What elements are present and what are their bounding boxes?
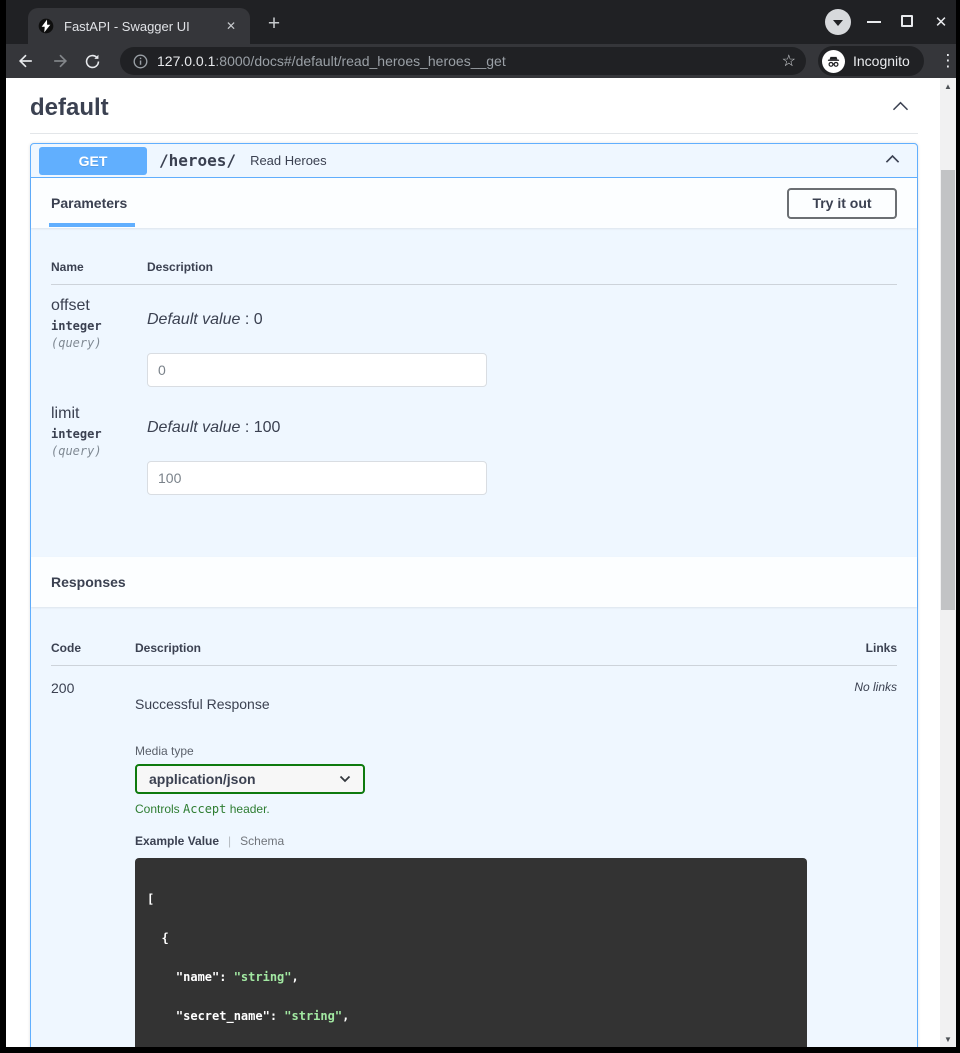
incognito-label: Incognito [853, 53, 910, 69]
section-divider [30, 133, 918, 134]
tab-title: FastAPI - Swagger UI [64, 19, 222, 34]
get-heroes-opblock: GET /heroes/ Read Heroes Parameters Try … [30, 143, 918, 1047]
col-links-label: Links [807, 641, 897, 655]
col-description-label: Description [147, 260, 897, 274]
default-value-number: : 0 [240, 311, 262, 328]
accept-header-hint: Controls Accept header. [135, 802, 807, 816]
tab-strip: FastAPI - Swagger UI ✕ + ✕ [0, 0, 960, 44]
param-default: Default value : 100 [147, 419, 897, 437]
code-key: "secret_name" [147, 1009, 270, 1023]
scroll-up-arrow-icon[interactable]: ▲ [940, 78, 956, 94]
col-description-label: Description [135, 641, 807, 655]
code-string-value: "string" [234, 970, 292, 984]
code-line: { [147, 931, 169, 945]
reload-button[interactable] [78, 47, 106, 75]
forward-button[interactable] [46, 47, 74, 75]
tab-separator: | [228, 834, 231, 848]
tab-schema[interactable]: Schema [240, 834, 284, 848]
response-row-200: 200 Successful Response Media type appli… [51, 666, 897, 1047]
default-value-label: Default value [147, 419, 240, 436]
endpoint-path: /heroes/ [159, 151, 236, 170]
default-value-number: : 100 [240, 419, 280, 436]
browser-window: FastAPI - Swagger UI ✕ + ✕ [0, 0, 960, 1053]
window-border-right [956, 0, 960, 1053]
responses-table-header: Code Description Links [51, 641, 897, 666]
limit-input[interactable] [147, 461, 487, 495]
try-it-out-button[interactable]: Try it out [787, 188, 897, 219]
collapse-tag-chevron-icon[interactable] [891, 98, 910, 118]
tab-parameters[interactable]: Parameters [51, 195, 127, 211]
code-key: "name" [147, 970, 219, 984]
parameter-row-offset: offset integer (query) Default value : 0 [51, 285, 897, 387]
example-schema-tabs: Example Value | Schema [135, 834, 807, 848]
window-close-button[interactable]: ✕ [930, 11, 952, 33]
responses-title: Responses [51, 574, 126, 590]
collapse-endpoint-chevron-icon[interactable] [884, 152, 901, 170]
browser-tab[interactable]: FastAPI - Swagger UI ✕ [28, 8, 250, 44]
site-info-icon[interactable] [132, 53, 149, 70]
media-type-block: Media type application/json C [135, 744, 807, 816]
responses-header: Responses [31, 557, 917, 607]
swagger-page: default GET /heroes/ Read Heroes [6, 78, 940, 1047]
window-border-left [0, 0, 6, 1053]
param-location: (query) [51, 336, 147, 350]
hint-suffix: header. [226, 802, 269, 816]
param-name: limit [51, 405, 147, 423]
response-code: 200 [51, 680, 135, 1047]
url-host: 127.0.0.1 [157, 53, 215, 69]
response-links: No links [807, 680, 897, 1047]
page-scrollbar[interactable]: ▲ ▼ [940, 78, 956, 1047]
fastapi-favicon-icon [38, 18, 54, 34]
media-type-label: Media type [135, 744, 807, 758]
parameters-tab-label: Parameters [51, 195, 127, 211]
hint-accept-code: Accept [183, 802, 226, 816]
offset-input[interactable] [147, 353, 487, 387]
responses-body: Code Description Links 200 Successful Re… [31, 607, 917, 1047]
http-method-badge: GET [39, 147, 147, 175]
select-chevron-down-icon [339, 775, 351, 783]
col-code-label: Code [51, 641, 135, 655]
example-json-code[interactable]: [ { "name": "string", "secret_name": "st… [135, 858, 807, 1047]
endpoint-summary-text: Read Heroes [250, 153, 327, 168]
param-name: offset [51, 297, 147, 315]
window-border-bottom [0, 1047, 960, 1053]
url-text: 127.0.0.1:8000/docs#/default/read_heroes… [157, 53, 774, 69]
endpoint-summary[interactable]: GET /heroes/ Read Heroes [31, 144, 917, 178]
parameter-row-limit: limit integer (query) Default value : 10… [51, 387, 897, 495]
scrollbar-thumb[interactable] [941, 170, 955, 610]
media-type-value: application/json [149, 771, 256, 787]
tag-section-header[interactable]: default [30, 92, 918, 124]
response-description: Successful Response [135, 696, 807, 712]
incognito-badge: Incognito [818, 46, 924, 76]
scroll-down-arrow-icon[interactable]: ▼ [940, 1031, 956, 1047]
back-button[interactable] [12, 47, 40, 75]
tag-title: default [30, 94, 109, 122]
maximize-button[interactable] [901, 15, 913, 27]
hint-prefix: Controls [135, 802, 183, 816]
media-type-select[interactable]: application/json [135, 764, 365, 794]
window-menu-button[interactable] [825, 9, 851, 35]
active-tab-underline [49, 223, 135, 227]
caret-down-icon [833, 20, 843, 26]
default-value-label: Default value [147, 311, 240, 328]
parameters-header: Parameters Try it out [31, 178, 917, 228]
parameters-body: Name Description offset integer (query) … [31, 228, 917, 557]
address-bar[interactable]: 127.0.0.1:8000/docs#/default/read_heroes… [120, 47, 806, 75]
url-path: :8000/docs#/default/read_heroes_heroes__… [215, 53, 505, 69]
col-name-label: Name [51, 260, 147, 274]
browser-toolbar: 127.0.0.1:8000/docs#/default/read_heroes… [0, 44, 960, 78]
tab-close-icon[interactable]: ✕ [222, 17, 240, 35]
incognito-icon [822, 50, 845, 73]
parameters-table-header: Name Description [51, 260, 897, 285]
param-default: Default value : 0 [147, 311, 897, 329]
code-string-value: "string" [284, 1009, 342, 1023]
param-location: (query) [51, 444, 147, 458]
minimize-button[interactable] [867, 21, 881, 23]
bookmark-star-icon[interactable]: ☆ [782, 51, 796, 71]
param-type: integer [51, 427, 147, 441]
new-tab-button[interactable]: + [260, 10, 288, 38]
tab-example-value[interactable]: Example Value [135, 834, 219, 848]
code-line: [ [147, 892, 154, 906]
param-type: integer [51, 319, 147, 333]
